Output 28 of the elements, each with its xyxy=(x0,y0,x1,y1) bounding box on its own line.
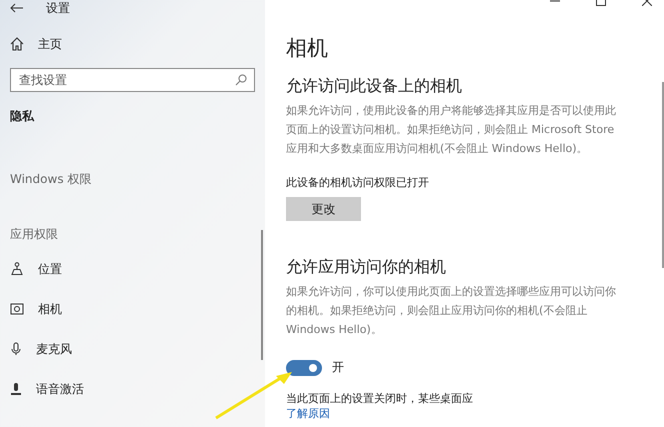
section-description: 如果允许访问，使用此设备的用户将能够选择其应用是否可以使用此页面上的设置访问相机。如果拒绝访问，则会阻止 Microsoft Store 应用和大多数桌面应用访问相机(不会阻止 Windows Hello)。 xyxy=(286,103,617,157)
home-link[interactable]: 主页 xyxy=(38,36,62,52)
back-arrow-icon[interactable] xyxy=(10,3,24,13)
microphone-icon xyxy=(10,382,22,396)
note-text: 当此页面上的设置关闭时，某些桌面应 xyxy=(286,391,474,406)
microphone-icon xyxy=(10,342,22,356)
nav-item[interactable]: 相机 xyxy=(38,300,62,318)
group-label: 应用权限 xyxy=(10,226,59,243)
section-title: 隐私 xyxy=(10,108,36,125)
person-pin-icon xyxy=(10,262,24,276)
status-text: 此设备的相机访问权限已打开 xyxy=(286,175,430,190)
search-icon xyxy=(235,74,247,86)
camera-icon xyxy=(10,303,24,315)
learn-more-link[interactable]: 了解原因 xyxy=(286,406,330,421)
page-title: 相机 xyxy=(286,35,329,62)
window-title: 设置 xyxy=(46,0,70,16)
nav-item[interactable]: 语音激活 xyxy=(36,380,84,398)
toggle-switch[interactable] xyxy=(286,360,322,376)
nav-item[interactable]: 麦克风 xyxy=(36,340,72,358)
section-heading: 允许访问此设备上的相机 xyxy=(286,76,463,97)
toggle-label: 开 xyxy=(332,359,344,376)
group-label: Windows 权限 xyxy=(10,171,92,188)
search-field[interactable]: 查找设置 xyxy=(10,68,255,92)
home-icon xyxy=(10,37,24,51)
nav-item[interactable]: 位置 xyxy=(38,260,62,278)
section-heading: 允许应用访问你的相机 xyxy=(286,257,447,278)
change-button[interactable]: 更改 xyxy=(286,197,361,221)
section-description: 如果允许访问，你可以使用此页面上的设置选择哪些应用可以访问你的相机。如果拒绝访问，则会阻止应用访问你的相机(不会阻止 Windows Hello)。 xyxy=(286,284,617,338)
